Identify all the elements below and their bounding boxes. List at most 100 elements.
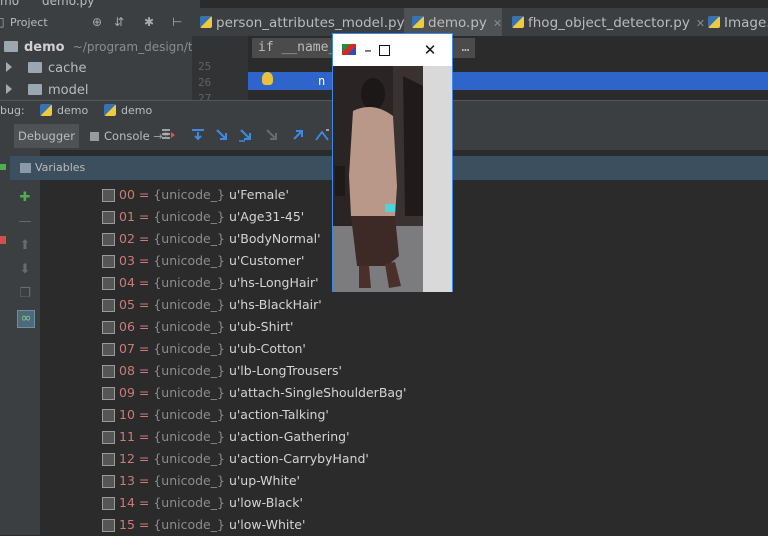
variables-icon — [20, 163, 31, 173]
variable-row[interactable]: 15 = {unicode_} u'low-White' — [40, 514, 768, 536]
array-element-icon — [102, 431, 115, 444]
stop-icon[interactable] — [0, 236, 6, 244]
tree-item-cache[interactable]: cache — [0, 58, 192, 80]
breadcrumb-fragment[interactable]: mo — [0, 0, 19, 8]
variable-name: 02 — [119, 231, 135, 246]
project-view-icon[interactable]: ▯ — [0, 15, 5, 29]
variable-name: 13 — [119, 473, 135, 488]
array-element-icon — [102, 299, 115, 312]
variable-value: u'lb-LongTrousers' — [228, 363, 342, 378]
variable-name: 15 — [119, 517, 135, 532]
hide-panel-icon[interactable]: ⊢ — [172, 15, 182, 29]
force-step-into-icon[interactable] — [264, 127, 280, 143]
array-element-icon — [102, 497, 115, 510]
popup-title-bar[interactable]: – ✕ — [333, 34, 452, 66]
code-editor[interactable]: 25 26 27 if __name__ t_image … n — [192, 36, 768, 105]
variable-type: {unicode_} — [153, 363, 225, 378]
python-icon — [412, 16, 424, 28]
variable-name: 04 — [119, 275, 135, 290]
variable-type: {unicode_} — [153, 275, 225, 290]
line-number: 26 — [198, 76, 212, 89]
variable-name: 11 — [119, 429, 135, 444]
move-down-icon[interactable]: ⬇ — [17, 262, 33, 278]
debug-session-tab[interactable]: demo — [104, 104, 152, 117]
project-root-name: demo — [24, 40, 65, 55]
tab-label: person_attributes_model.py — [216, 15, 405, 31]
lightbulb-icon[interactable] — [262, 72, 273, 85]
step-into-my-code-icon[interactable] — [238, 127, 254, 143]
variable-row[interactable]: 13 = {unicode_} u'up-White' — [40, 470, 768, 492]
variable-row[interactable]: 05 = {unicode_} u'hs-BlackHair' — [40, 294, 768, 316]
variable-value: u'low-Black' — [228, 495, 303, 510]
variable-row[interactable]: 11 = {unicode_} u'action-Gathering' — [40, 426, 768, 448]
copy-icon[interactable]: ❐ — [17, 286, 33, 302]
step-out-icon[interactable] — [290, 127, 306, 143]
variable-name: 05 — [119, 297, 135, 312]
tree-item-label: model — [48, 83, 89, 98]
app-icon — [342, 44, 356, 55]
step-into-icon[interactable] — [214, 127, 230, 143]
collapse-all-icon[interactable]: ⇵ — [114, 15, 124, 29]
show-values-icon[interactable]: ∞ — [17, 310, 35, 328]
expand-arrow-icon[interactable] — [6, 62, 12, 72]
show-execution-point-icon[interactable] — [160, 127, 176, 143]
variable-row[interactable]: 07 = {unicode_} u'ub-Cotton' — [40, 338, 768, 360]
variable-row[interactable]: 09 = {unicode_} u'attach-SingleShoulderB… — [40, 382, 768, 404]
variable-row[interactable]: 08 = {unicode_} u'lb-LongTrousers' — [40, 360, 768, 382]
line-number: 25 — [198, 60, 212, 73]
python-icon — [104, 104, 116, 116]
array-element-icon — [102, 211, 115, 224]
run-to-cursor-icon[interactable] — [314, 127, 330, 143]
expand-arrow-icon[interactable] — [6, 84, 12, 94]
variable-value: u'hs-BlackHair' — [228, 297, 322, 312]
variable-value: u'up-White' — [228, 473, 300, 488]
variable-value: u'Female' — [228, 187, 289, 202]
array-element-icon — [102, 409, 115, 422]
tab-image[interactable]: Image. — [700, 8, 768, 36]
variable-row[interactable]: 06 = {unicode_} u'ub-Shirt' — [40, 316, 768, 338]
remove-watch-icon[interactable]: — — [17, 214, 33, 230]
tab-fhog-object-detector[interactable]: fhog_object_detector.py ✕ — [504, 8, 705, 36]
step-over-icon[interactable] — [190, 127, 206, 143]
variable-name: 14 — [119, 495, 135, 510]
variable-type: {unicode_} — [153, 231, 225, 246]
variable-value: u'action-Gathering' — [228, 429, 350, 444]
folder-icon — [28, 62, 42, 73]
sync-target-icon[interactable]: ⊕ — [92, 15, 102, 29]
python-icon — [708, 16, 720, 28]
session-label: demo — [57, 104, 89, 117]
variable-row[interactable]: 10 = {unicode_} u'action-Talking' — [40, 404, 768, 426]
person-photo-drawing — [333, 66, 423, 292]
gear-icon[interactable]: ✱ — [144, 15, 154, 29]
variable-type: {unicode_} — [153, 473, 225, 488]
new-watch-icon[interactable]: ✚ — [17, 190, 33, 206]
variable-name: 01 — [119, 209, 135, 224]
project-tree: demo ~/program_design/te cache model — [0, 36, 200, 102]
tree-root[interactable]: demo ~/program_design/te — [0, 36, 200, 58]
tree-item-model[interactable]: model — [0, 80, 192, 102]
variable-name: 03 — [119, 253, 135, 268]
folder-icon — [4, 41, 18, 52]
breadcrumb-file[interactable]: demo.py — [42, 0, 94, 8]
maximize-button[interactable] — [373, 40, 395, 60]
current-line-highlight: n — [248, 72, 768, 90]
resume-icon[interactable] — [0, 164, 6, 170]
close-icon[interactable]: ✕ — [493, 17, 502, 30]
variable-row[interactable]: 12 = {unicode_} u'action-CarrybyHand' — [40, 448, 768, 470]
project-toolbar: ▯ Project ⊕ ⇵ ✱ ⊢ — [0, 8, 192, 37]
image-preview-window[interactable]: – ✕ — [332, 33, 453, 292]
variable-name: 06 — [119, 319, 135, 334]
variable-name: 07 — [119, 341, 135, 356]
close-icon[interactable]: ✕ — [419, 40, 441, 60]
variable-row[interactable]: 14 = {unicode_} u'low-Black' — [40, 492, 768, 514]
tab-label: Image. — [724, 15, 768, 31]
tab-demo[interactable]: demo.py ✕ — [404, 8, 503, 36]
tab-person-attributes-model[interactable]: person_attributes_model.py✕ — [192, 8, 420, 36]
move-up-icon[interactable]: ⬆ — [17, 238, 33, 254]
tab-debugger[interactable]: Debugger — [14, 124, 79, 148]
project-root-path: ~/program_design/te — [72, 40, 201, 54]
project-view-selector[interactable]: Project — [10, 16, 48, 29]
debug-session-tab[interactable]: demo — [40, 104, 88, 117]
variable-type: {unicode_} — [153, 187, 225, 202]
tab-label: demo.py — [428, 15, 487, 31]
